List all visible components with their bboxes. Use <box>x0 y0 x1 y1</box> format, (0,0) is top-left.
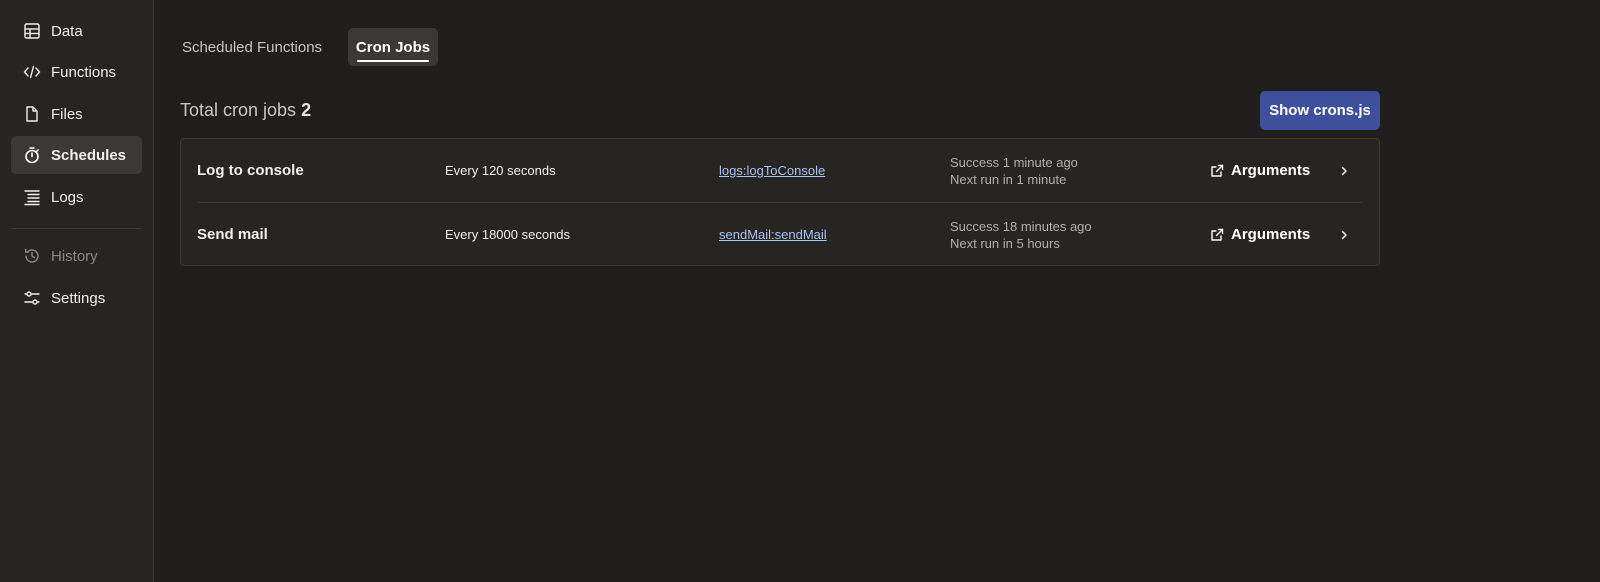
arguments-button[interactable]: Arguments <box>1210 203 1310 266</box>
function-link[interactable]: logs:logToConsole <box>719 139 825 202</box>
app: Data Functions Files Schedules Logs Hist… <box>0 0 1600 582</box>
sidebar-item-history[interactable]: History <box>11 237 142 275</box>
total-label: Total cron jobs <box>180 100 297 120</box>
cron-jobs-table: Log to console Every 120 seconds logs:lo… <box>180 138 1380 266</box>
sidebar-item-data[interactable]: Data <box>11 12 142 50</box>
history-icon <box>23 247 41 265</box>
chevron-right-icon[interactable] <box>1337 139 1351 202</box>
sidebar-item-label: Functions <box>51 63 117 81</box>
sidebar-item-label: Logs <box>51 188 84 206</box>
sidebar-item-settings[interactable]: Settings <box>11 279 142 317</box>
tab-label: Cron Jobs <box>355 38 431 56</box>
job-schedule: Every 18000 seconds <box>445 227 571 242</box>
list-icon <box>23 188 41 206</box>
next-run: Next run in 1 minute <box>950 171 1067 187</box>
sidebar-item-functions[interactable]: Functions <box>11 53 142 91</box>
last-run-status: Success 1 minute ago <box>950 154 1078 170</box>
sidebar-item-label: Files <box>51 105 83 123</box>
external-link-icon <box>1210 164 1224 178</box>
job-schedule: Every 120 seconds <box>445 163 556 178</box>
sidebar-item-label: Settings <box>51 289 106 307</box>
last-run-status: Success 18 minutes ago <box>950 218 1092 234</box>
sidebar: Data Functions Files Schedules Logs Hist… <box>0 0 154 582</box>
file-icon <box>23 105 41 123</box>
external-link-icon <box>1210 228 1224 242</box>
function-link[interactable]: sendMail:sendMail <box>719 203 827 266</box>
sidebar-item-schedules[interactable]: Schedules <box>11 136 142 174</box>
next-run: Next run in 5 hours <box>950 235 1060 251</box>
total-count: 2 <box>301 100 312 120</box>
sliders-icon <box>23 289 41 307</box>
tab-cron-jobs[interactable]: Cron Jobs <box>348 28 438 66</box>
job-name: Send mail <box>197 226 268 243</box>
tab-scheduled-functions[interactable]: Scheduled Functions <box>170 28 334 66</box>
arguments-label: Arguments <box>1231 226 1311 243</box>
active-tab-indicator <box>357 60 429 62</box>
total-cron-jobs: Total cron jobs 2 <box>180 100 311 121</box>
sidebar-item-logs[interactable]: Logs <box>11 178 142 216</box>
code-icon <box>23 63 41 81</box>
sidebar-item-label: History <box>51 247 98 265</box>
arguments-button[interactable]: Arguments <box>1210 139 1310 202</box>
job-status: Success 18 minutes ago Next run in 5 hou… <box>950 203 1092 266</box>
chevron-right-icon[interactable] <box>1337 203 1351 266</box>
table-icon <box>23 22 41 40</box>
sidebar-divider <box>11 228 142 229</box>
table-row[interactable]: Log to console Every 120 seconds logs:lo… <box>181 139 1379 202</box>
stopwatch-icon <box>23 146 41 164</box>
sidebar-item-files[interactable]: Files <box>11 95 142 133</box>
arguments-label: Arguments <box>1231 162 1311 179</box>
sidebar-item-label: Schedules <box>51 146 127 164</box>
sidebar-item-label: Data <box>51 22 83 40</box>
job-status: Success 1 minute ago Next run in 1 minut… <box>950 139 1078 202</box>
show-crons-button[interactable]: Show crons.js <box>1260 91 1380 130</box>
job-name: Log to console <box>197 162 304 179</box>
table-row[interactable]: Send mail Every 18000 seconds sendMail:s… <box>181 203 1379 266</box>
